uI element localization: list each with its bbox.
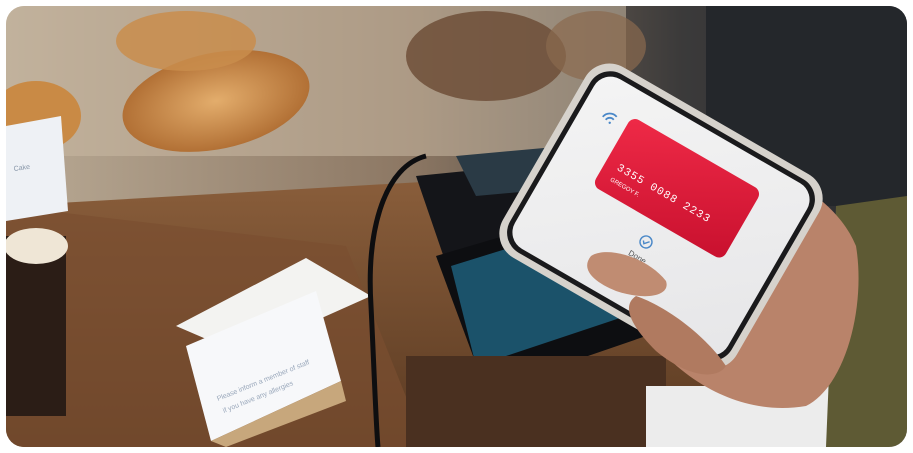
- small-label-card: Cake: [6, 116, 68, 221]
- payment-photo: Cake Please inform a member of staff if …: [6, 6, 907, 447]
- photo-frame: Cake Please inform a member of staff if …: [6, 6, 907, 447]
- cake-slice: [6, 228, 68, 416]
